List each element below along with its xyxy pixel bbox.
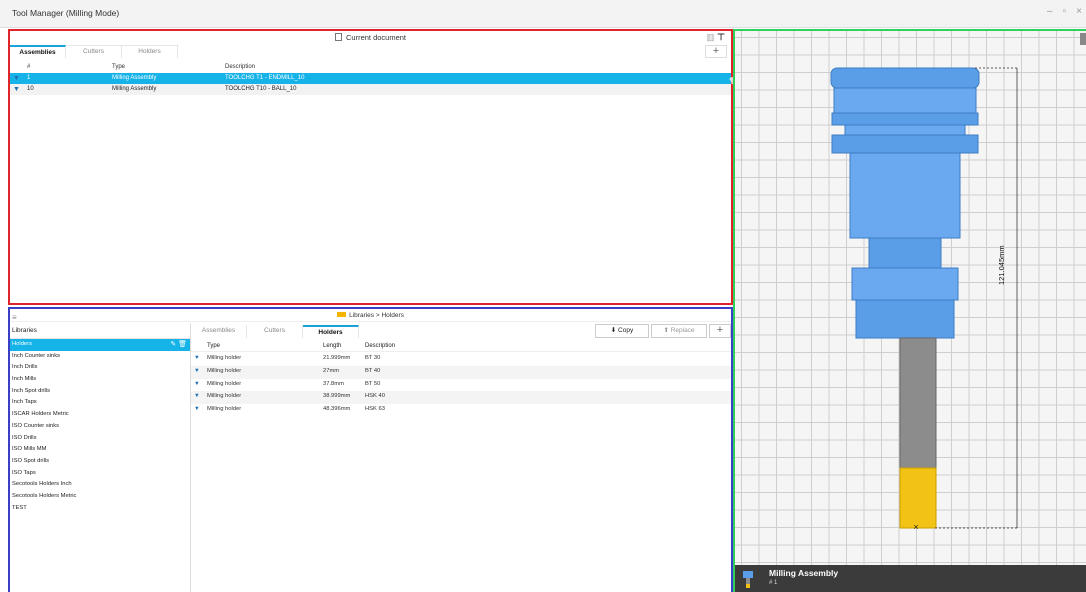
table-row[interactable]: ▼ Milling holder 27mm BT 40 — [191, 365, 731, 379]
add-button[interactable]: + — [705, 45, 727, 58]
copy-button[interactable]: ⬇ Copy — [595, 324, 649, 338]
add-button[interactable]: + — [709, 324, 731, 338]
holders-list-area: Assemblies Cutters Holders ⬇ Copy ⬆ Repl… — [191, 323, 731, 592]
tab-cutters[interactable]: Cutters — [247, 325, 303, 338]
current-document-panel: Current document ▥ ⊤ Assemblies Cutters … — [8, 29, 738, 305]
table-row[interactable]: ▼ 1 Milling Assembly TOOLCHG T1 - ENDMIL… — [10, 73, 738, 85]
library-item[interactable]: Inch Counter sinks — [10, 351, 190, 363]
library-icon[interactable]: ▥ — [706, 32, 715, 42]
pin-icon[interactable]: ⊤ — [717, 32, 725, 42]
row-description: TOOLCHG T10 - BALL_10 — [225, 86, 297, 92]
delete-icon[interactable]: 🗑 — [178, 341, 187, 348]
tool-icon: ▼ — [13, 75, 20, 82]
table-row[interactable]: ▼ Milling holder 21.999mm BT 30 — [191, 353, 731, 366]
cutter-body — [899, 467, 937, 529]
libraries-panel: ≡ Libraries > Holders Libraries Holders ✎… — [8, 307, 733, 592]
tab-holders[interactable]: Holders — [122, 45, 178, 58]
library-item[interactable]: ISO Taps — [10, 468, 190, 480]
tool-preview-viewer[interactable]: × 121.045mm Milling Assembly # 1 — [733, 29, 1086, 592]
origin-marker: × — [913, 522, 918, 532]
tab-assemblies[interactable]: Assemblies — [191, 325, 247, 338]
document-icon — [334, 33, 342, 41]
holder-icon: ▼ — [194, 355, 200, 361]
col-length[interactable]: Length — [323, 343, 341, 349]
assembly-tabs: Assemblies Cutters Holders — [10, 45, 178, 58]
tool-assembly-drawing: × — [830, 67, 1018, 532]
tool-icon: ▼ — [13, 86, 20, 93]
library-item[interactable]: Inch Taps — [10, 397, 190, 409]
tab-holders[interactable]: Holders — [303, 325, 359, 338]
library-item[interactable]: TEST — [10, 503, 190, 515]
library-actions: ✎ 🗑 — [170, 339, 187, 351]
folder-icon — [337, 312, 347, 317]
holder-body — [830, 67, 980, 339]
library-item[interactable]: Holders ✎ 🗑 — [10, 339, 190, 351]
replace-button[interactable]: ⬆ Replace — [651, 324, 707, 338]
dimension-label: 121.045mm — [997, 245, 1006, 285]
restore-button[interactable]: ▫ — [1063, 6, 1067, 17]
row-description: TOOLCHG T1 - ENDMILL_10 — [225, 75, 305, 81]
holder-icon: ▼ — [194, 393, 200, 400]
library-item[interactable]: Inch Spot drills — [10, 386, 190, 398]
libraries-title: Libraries — [10, 323, 190, 339]
library-item[interactable]: ISO Mills MM — [10, 444, 190, 456]
col-type[interactable]: Type — [207, 343, 220, 349]
assembly-name: Milling Assembly — [769, 568, 839, 578]
library-item[interactable]: Secotools Holders Metric — [10, 491, 190, 503]
title-bar: Tool Manager (Milling Mode) – ▫ × — [0, 0, 1086, 28]
col-description[interactable]: Description — [225, 64, 255, 70]
tool-shank — [899, 337, 937, 469]
col-number[interactable]: # — [27, 64, 30, 70]
panel-title: Current document — [345, 33, 407, 42]
tab-assemblies[interactable]: Assemblies — [10, 45, 66, 58]
assembly-number: # 1 — [769, 580, 778, 586]
libraries-list: Libraries Holders ✎ 🗑 Inch Counter sinks … — [10, 323, 191, 592]
header-actions: ▥ ⊤ — [706, 32, 725, 43]
holder-icon: ▼ — [194, 367, 200, 374]
library-item[interactable]: Inch Mills — [10, 374, 190, 386]
grid-header: # Type Description — [10, 62, 731, 72]
breadcrumb: Libraries > Holders — [349, 312, 404, 319]
holder-icon: ▼ — [194, 380, 200, 387]
row-type: Milling Assembly — [112, 75, 157, 81]
minimize-button[interactable]: – — [1047, 6, 1053, 17]
library-item[interactable]: ISO Spot drills — [10, 456, 190, 468]
library-item[interactable]: Secotools Holders Inch — [10, 479, 190, 491]
table-row[interactable]: ▼ Milling holder 37.8mm BT 50 — [191, 379, 731, 392]
col-description[interactable]: Description — [365, 343, 395, 349]
col-type[interactable]: Type — [112, 64, 125, 70]
library-tabs: Assemblies Cutters Holders — [191, 325, 359, 338]
viewer-footer: Milling Assembly # 1 — [735, 565, 1086, 592]
row-number: 10 — [27, 86, 34, 92]
close-button[interactable]: × — [1076, 6, 1082, 17]
edit-icon[interactable]: ✎ — [170, 341, 176, 348]
holder-icon: ▼ — [194, 406, 200, 413]
tab-cutters[interactable]: Cutters — [66, 45, 122, 58]
library-item[interactable]: ISCAR Holders Metric — [10, 409, 190, 421]
library-item[interactable]: ISO Counter sinks — [10, 421, 190, 433]
table-row[interactable]: ▼ Milling holder 48.396mm HSK 63 — [191, 404, 731, 417]
table-row[interactable]: ▼ 10 Milling Assembly TOOLCHG T10 - BALL… — [10, 84, 731, 95]
window-controls: – ▫ × — [1047, 6, 1082, 17]
library-header: ≡ Libraries > Holders — [10, 309, 731, 322]
row-type: Milling Assembly — [112, 86, 157, 92]
row-number: 1 — [27, 75, 31, 81]
grid-header: Type Length Description — [191, 341, 731, 352]
library-item[interactable]: ISO Drills — [10, 433, 190, 445]
window-title: Tool Manager (Milling Mode) — [12, 8, 120, 18]
panel-header: Current document — [10, 31, 731, 45]
library-item[interactable]: Inch Drills — [10, 362, 190, 374]
table-row[interactable]: ▼ Milling holder 38.999mm HSK 40 — [191, 391, 731, 405]
assembly-icon — [743, 571, 753, 588]
